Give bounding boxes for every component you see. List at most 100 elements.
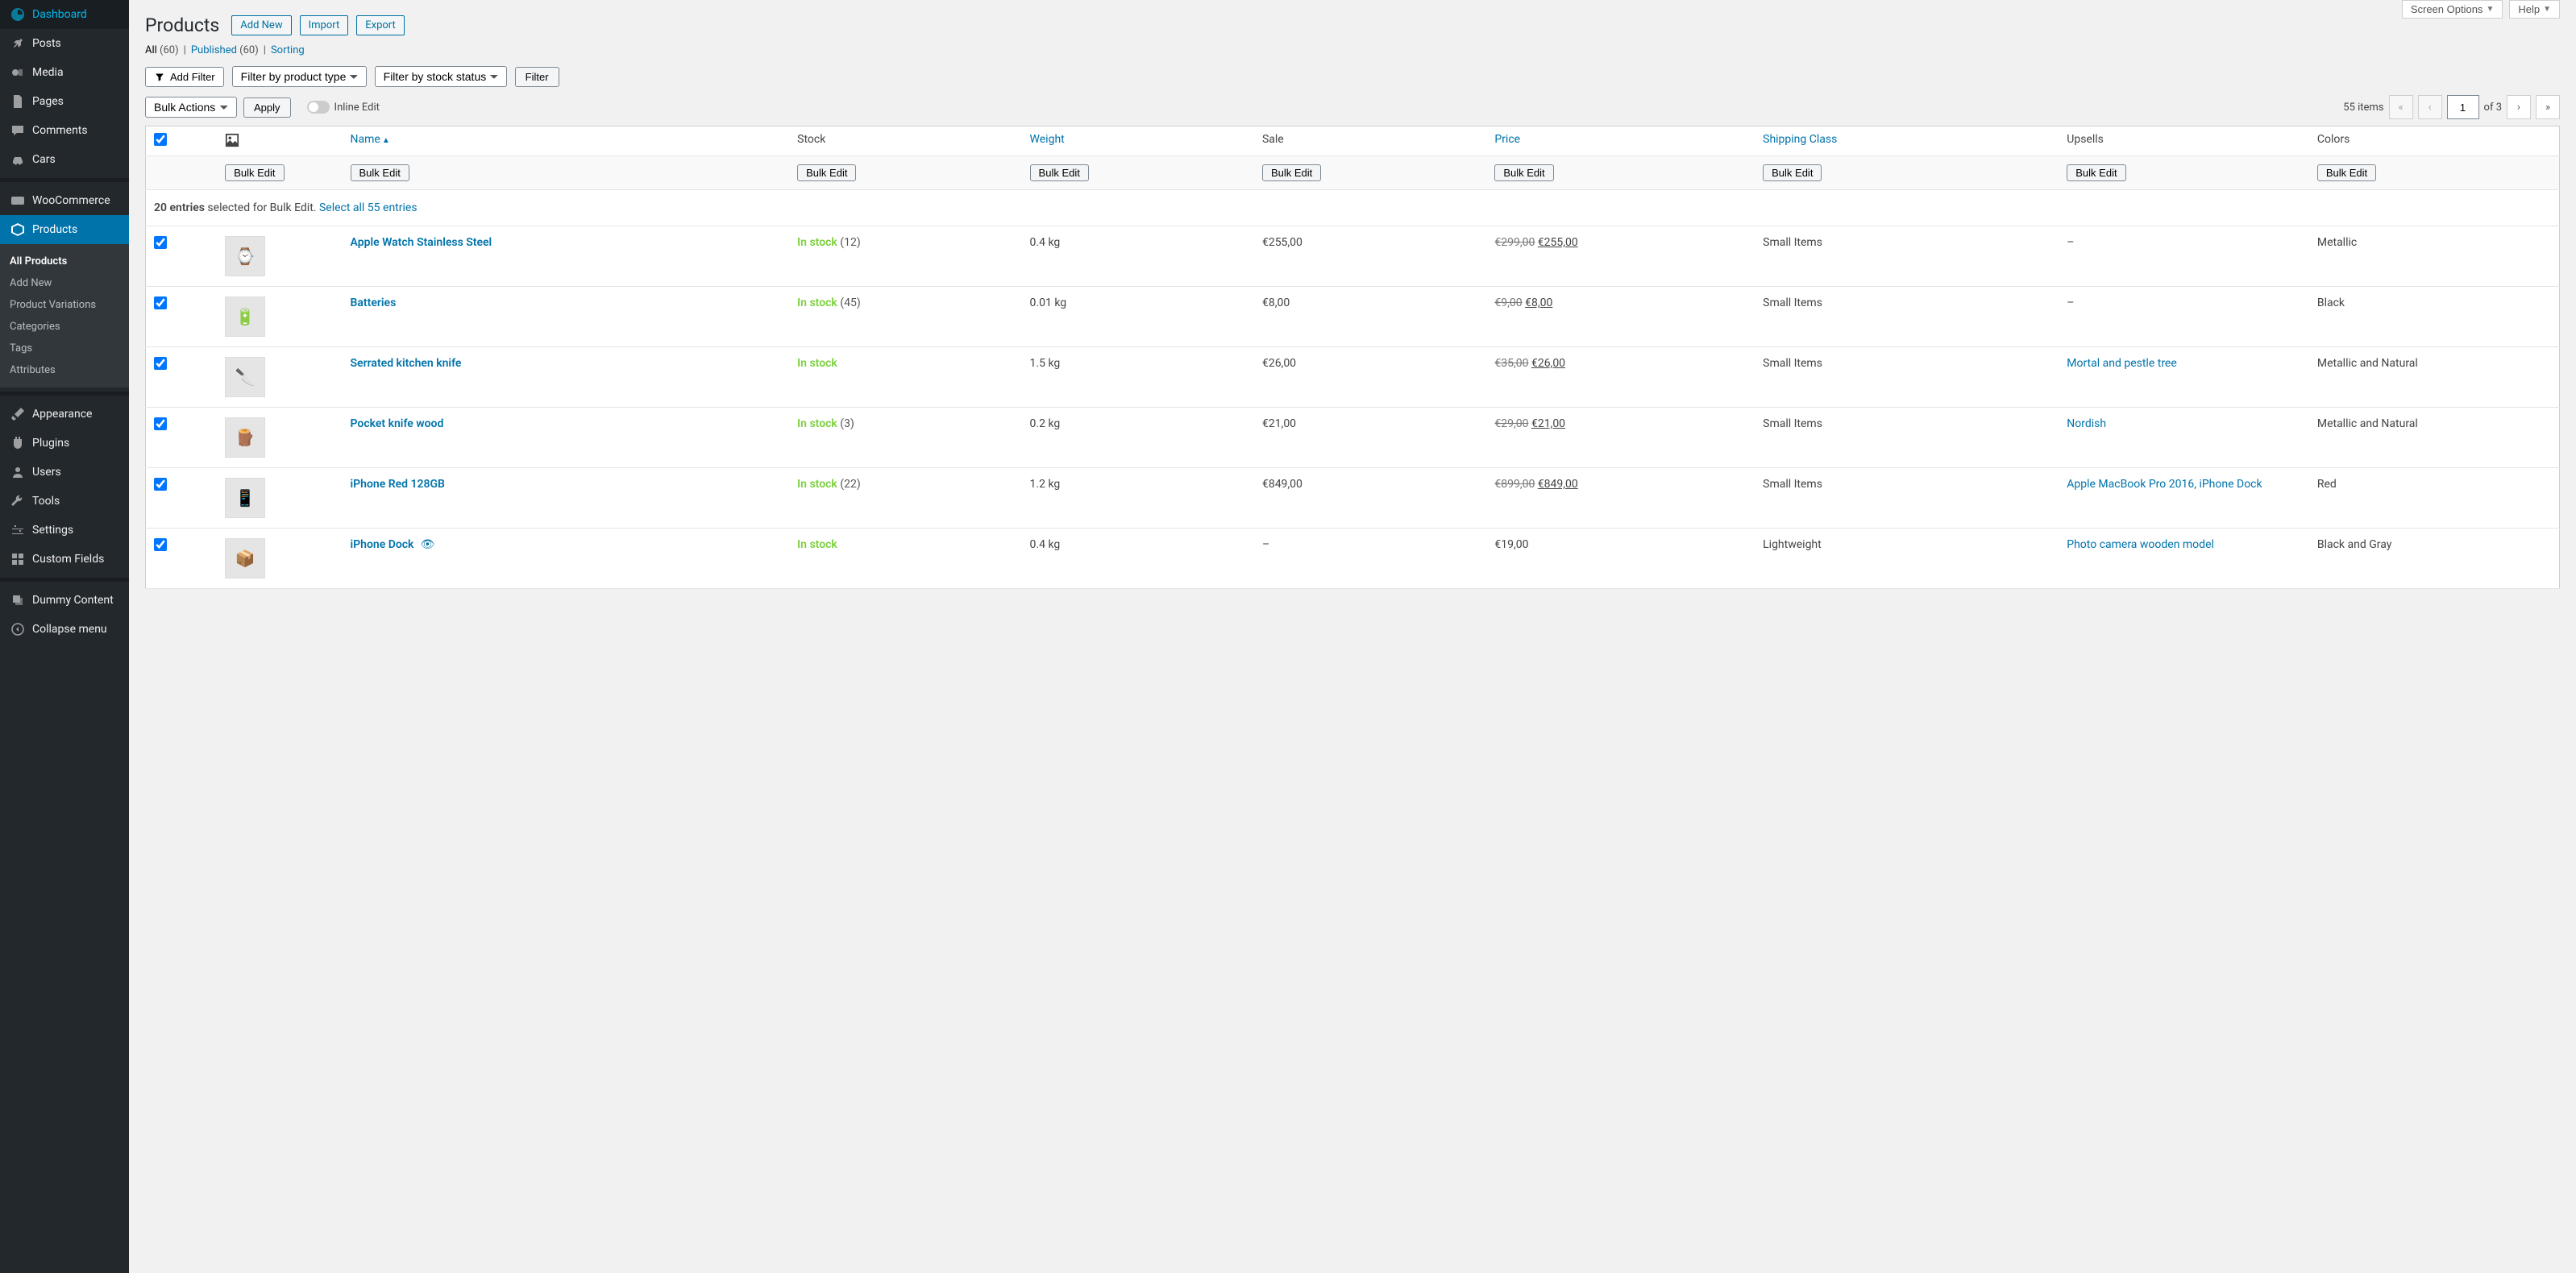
sidebar-item-dummy[interactable]: Dummy Content [0, 586, 129, 615]
row-checkbox[interactable] [154, 417, 167, 430]
colors-value: Black [2309, 287, 2560, 347]
sidebar-sub-attributes[interactable]: Attributes [0, 359, 129, 381]
sidebar-sub-variations[interactable]: Product Variations [0, 294, 129, 316]
sort-price[interactable]: Price [1494, 133, 1520, 146]
bulk-edit-shipping[interactable]: Bulk Edit [1763, 164, 1822, 181]
first-page-button[interactable]: « [2389, 95, 2413, 119]
product-name-link[interactable]: Apple Watch Stainless Steel [351, 236, 492, 249]
sidebar-sub-tags[interactable]: Tags [0, 338, 129, 359]
sidebar-item-dashboard[interactable]: Dashboard [0, 0, 129, 29]
sidebar-item-posts[interactable]: Posts [0, 29, 129, 58]
sidebar-label: Custom Fields [32, 553, 104, 566]
product-name-link[interactable]: Pocket knife wood [351, 417, 444, 430]
bulk-edit-upsells[interactable]: Bulk Edit [2067, 164, 2125, 181]
product-type-select[interactable]: Filter by product type [232, 66, 367, 87]
filter-all[interactable]: All (60) [145, 44, 179, 56]
add-new-button[interactable]: Add New [231, 15, 291, 35]
next-page-button[interactable]: › [2507, 95, 2531, 119]
shipping-value: Small Items [1755, 347, 2059, 408]
colors-value: Metallic and Natural [2309, 347, 2560, 408]
row-checkbox[interactable] [154, 357, 167, 370]
sale-value: €8,00 [1254, 287, 1486, 347]
new-price: €21,00 [1531, 417, 1565, 430]
bulk-edit-sale[interactable]: Bulk Edit [1262, 164, 1321, 181]
product-thumbnail[interactable]: 📱 [225, 478, 265, 518]
sale-value: €21,00 [1254, 408, 1486, 468]
bulk-edit-weight[interactable]: Bulk Edit [1030, 164, 1089, 181]
product-name-link[interactable]: Serrated kitchen knife [351, 357, 462, 370]
sidebar-sub-all-products[interactable]: All Products [0, 251, 129, 272]
price-cell: €9,00 €8,00 [1486, 287, 1755, 347]
apply-button[interactable]: Apply [243, 97, 291, 118]
product-name-link[interactable]: iPhone Red 128GB [351, 478, 445, 491]
comment-icon [10, 122, 26, 139]
product-thumbnail[interactable]: ⌚ [225, 236, 265, 276]
filter-published[interactable]: Published (60) [191, 44, 259, 56]
sort-shipping[interactable]: Shipping Class [1763, 133, 1837, 146]
bulk-edit-price[interactable]: Bulk Edit [1494, 164, 1553, 181]
export-button[interactable]: Export [356, 15, 405, 35]
upsell-link[interactable]: Nordish [2067, 417, 2106, 430]
sidebar-item-tools[interactable]: Tools [0, 487, 129, 516]
bulk-edit-name[interactable]: Bulk Edit [351, 164, 409, 181]
sidebar-label: Settings [32, 524, 73, 537]
select-all-link[interactable]: Select all 55 entries [319, 201, 418, 214]
inline-edit-toggle[interactable]: Inline Edit [307, 101, 380, 114]
sidebar-item-products[interactable]: Products [0, 215, 129, 244]
toggle-switch[interactable] [307, 101, 330, 114]
wrench-icon [10, 493, 26, 509]
sidebar-sub-add-new[interactable]: Add New [0, 272, 129, 294]
row-checkbox[interactable] [154, 478, 167, 491]
add-filter-button[interactable]: Add Filter [145, 67, 224, 87]
product-thumbnail[interactable]: 📦 [225, 538, 265, 578]
sidebar-item-media[interactable]: Media [0, 58, 129, 87]
old-price: €299,00 [1494, 236, 1535, 249]
price-value: €19,00 [1494, 538, 1528, 551]
shipping-value: Small Items [1755, 287, 2059, 347]
prev-page-button[interactable]: ‹ [2418, 95, 2442, 119]
upsell-link[interactable]: Photo camera wooden model [2067, 538, 2214, 551]
sort-name[interactable]: Name▲ [351, 133, 390, 146]
product-thumbnail[interactable]: 🪵 [225, 417, 265, 458]
product-name-link[interactable]: Batteries [351, 296, 397, 309]
weight-value: 1.5 kg [1022, 347, 1254, 408]
filter-sorting[interactable]: Sorting [271, 44, 305, 56]
last-page-button[interactable]: » [2536, 95, 2560, 119]
product-name-link[interactable]: iPhone Dock [351, 538, 414, 551]
sidebar-item-plugins[interactable]: Plugins [0, 429, 129, 458]
filter-button[interactable]: Filter [515, 67, 559, 87]
sidebar-item-collapse[interactable]: Collapse menu [0, 615, 129, 644]
sidebar-item-appearance[interactable]: Appearance [0, 400, 129, 429]
new-price: €8,00 [1525, 296, 1552, 309]
product-thumbnail[interactable]: 🔋 [225, 296, 265, 337]
page-input[interactable] [2447, 95, 2479, 119]
pagination: 55 items « ‹ of 3 › » [2343, 95, 2560, 119]
bulk-edit-colors[interactable]: Bulk Edit [2317, 164, 2376, 181]
bulk-edit-thumb[interactable]: Bulk Edit [225, 164, 284, 181]
sidebar-item-woocommerce[interactable]: WooCommerce [0, 186, 129, 215]
sidebar-item-settings[interactable]: Settings [0, 516, 129, 545]
row-checkbox[interactable] [154, 538, 167, 551]
upsell-link[interactable]: Mortal and pestle tree [2067, 357, 2177, 370]
import-button[interactable]: Import [300, 15, 349, 35]
bulk-actions-select[interactable]: Bulk Actions [145, 97, 237, 118]
sidebar-sub-categories[interactable]: Categories [0, 316, 129, 338]
help-button[interactable]: Help▼ [2509, 0, 2560, 19]
brush-icon [10, 406, 26, 422]
select-all-checkbox[interactable] [154, 133, 167, 146]
sidebar-item-users[interactable]: Users [0, 458, 129, 487]
sidebar-item-pages[interactable]: Pages [0, 87, 129, 116]
row-checkbox[interactable] [154, 236, 167, 249]
sort-weight[interactable]: Weight [1030, 133, 1065, 146]
upsell-link[interactable]: Apple MacBook Pro 2016, iPhone Dock [2067, 478, 2262, 491]
sidebar-item-custom-fields[interactable]: Custom Fields [0, 545, 129, 574]
sidebar-label: Dashboard [32, 8, 87, 21]
stock-status-select[interactable]: Filter by stock status [375, 66, 507, 87]
row-checkbox[interactable] [154, 296, 167, 309]
product-thumbnail[interactable]: 🔪 [225, 357, 265, 397]
bulk-edit-stock[interactable]: Bulk Edit [797, 164, 856, 181]
sidebar-item-comments[interactable]: Comments [0, 116, 129, 145]
screen-options-button[interactable]: Screen Options▼ [2402, 0, 2503, 19]
sidebar-item-cars[interactable]: Cars [0, 145, 129, 174]
main-content: Screen Options▼ Help▼ Products Add New I… [129, 0, 2576, 1273]
